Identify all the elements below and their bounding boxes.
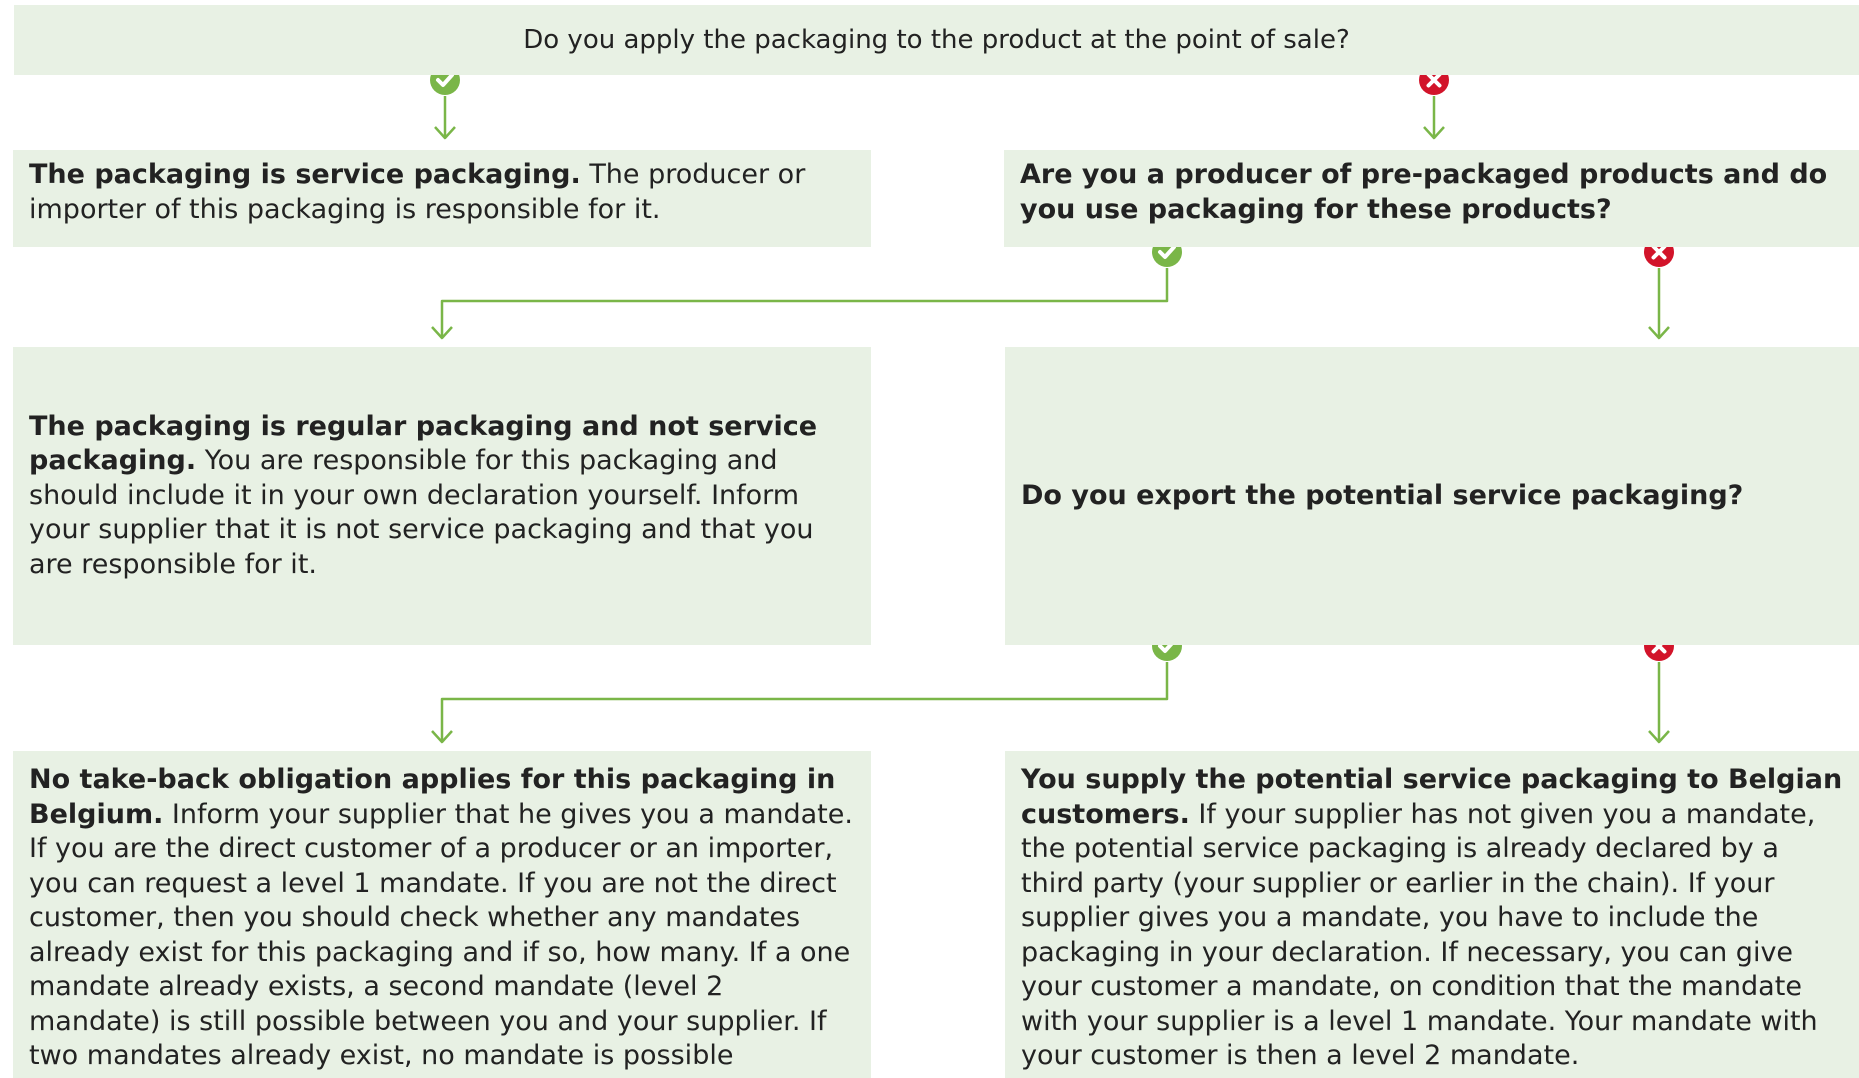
question-point-of-sale: Do you apply the packaging to the produc… (14, 5, 1859, 75)
service-packaging-lead: The packaging is service packaging. (29, 159, 581, 190)
regular-packaging-box: The packaging is regular packaging and n… (13, 347, 871, 645)
connector-producer-no (1648, 268, 1670, 340)
connector-top-no (1423, 96, 1445, 140)
question-point-of-sale-text: Do you apply the packaging to the produc… (523, 24, 1350, 55)
flowchart-page: Do you apply the packaging to the produc… (0, 0, 1859, 1078)
regular-packaging-text: The packaging is regular packaging and n… (29, 410, 855, 583)
service-packaging-box: The packaging is service packaging. The … (13, 150, 871, 247)
question-producer-text: Are you a producer of pre-packaged produ… (1020, 159, 1828, 225)
belgian-customers-box: You supply the potential service packagi… (1005, 751, 1859, 1078)
connector-export-no (1648, 662, 1670, 744)
no-takeback-box: No take-back obligation applies for this… (13, 751, 871, 1078)
question-producer-box: Are you a producer of pre-packaged produ… (1004, 150, 1859, 247)
no-takeback-body: Inform your supplier that he gives you a… (29, 798, 853, 1078)
connector-producer-yes (431, 268, 1169, 340)
belgian-customers-body: If your supplier has not given you a man… (1021, 798, 1818, 1072)
question-export-text: Do you export the potential service pack… (1021, 479, 1744, 511)
question-export-box: Do you export the potential service pack… (1005, 347, 1859, 645)
connector-export-yes (431, 662, 1169, 744)
connector-top-yes (434, 96, 456, 140)
